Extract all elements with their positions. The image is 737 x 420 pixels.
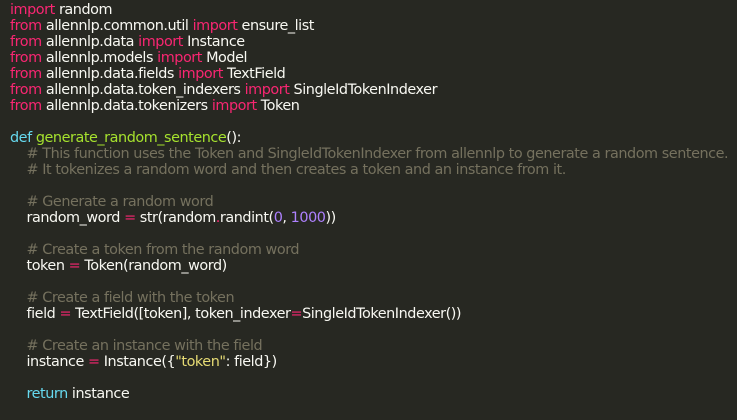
operator-token: = — [290, 306, 303, 322]
code-line: from allennlp.data.token_indexers import… — [10, 82, 737, 98]
code-text-token: random — [54, 2, 113, 18]
keyword-token: from — [10, 50, 42, 66]
keyword-token: import — [192, 18, 238, 34]
code-line: # This function uses the Token and Singl… — [10, 146, 737, 162]
keyword-token: import — [178, 66, 223, 82]
code-line: from allennlp.data.tokenizers import Tok… — [10, 98, 737, 114]
code-text-token: Instance({ — [99, 354, 176, 370]
code-text-token: )) — [325, 210, 336, 226]
code-line: from allennlp.common.util import ensure_… — [10, 18, 737, 34]
code-text-token: field — [10, 306, 60, 322]
code-line: from allennlp.data import Instance — [10, 34, 737, 50]
code-line: # Create a token from the random word — [10, 242, 737, 258]
code-text-token: Instance — [182, 34, 245, 50]
comment-token: # Generate a random word — [26, 194, 214, 210]
keyword-token: import — [10, 2, 55, 18]
code-text-token: SingleIdTokenIndexer — [289, 82, 438, 98]
code-text-token: : field}) — [225, 354, 278, 370]
code-line: # It tokenizes a random word and then cr… — [10, 162, 737, 178]
keyword-token: import — [211, 98, 257, 114]
keyword-token: import — [157, 50, 202, 66]
code-line: import random — [10, 2, 737, 18]
code-line: # Create a field with the token — [10, 290, 737, 306]
comment-token: # Create a field with the token — [26, 290, 235, 306]
code-text-token: allennlp.models — [41, 50, 158, 66]
code-line: # Create an instance with the field — [10, 338, 737, 354]
code-text-token: , — [282, 210, 291, 226]
code-line: from allennlp.data.fields import TextFie… — [10, 66, 737, 82]
declaration-keyword-token: def — [10, 130, 32, 146]
code-text-token: token — [10, 258, 69, 274]
comment-token: # This function uses the Token and Singl… — [26, 146, 729, 162]
operator-token: = — [124, 210, 136, 226]
code-text-token: Token — [256, 98, 300, 114]
code-text-token: instance — [67, 386, 130, 402]
code-text-token: allennlp.data — [41, 34, 139, 50]
comment-token: # Create an instance with the field — [26, 338, 263, 354]
keyword-token: import — [138, 34, 183, 50]
declaration-keyword-token: return — [26, 386, 69, 402]
code-editor[interactable]: import random from allennlp.common.util i… — [0, 0, 737, 420]
comment-token: # It tokenizes a random word and then cr… — [26, 162, 567, 178]
code-text-token: (): — [226, 130, 242, 146]
operator-token: = — [88, 354, 100, 370]
code-text-token: instance — [10, 354, 88, 370]
code-line: # Generate a random word — [10, 194, 737, 210]
code-line: return instance — [10, 386, 737, 402]
code-text-token: random_word — [10, 210, 125, 226]
keyword-token: import — [244, 82, 290, 98]
keyword-token: from — [10, 82, 42, 98]
function-name-token: generate_random_sentence — [35, 130, 227, 146]
code-text-token: allennlp.data.token_indexers — [41, 82, 245, 98]
keyword-token: from — [10, 34, 42, 50]
number-token: 1000 — [290, 210, 326, 226]
code-text-token: TextField([token], token_indexer — [71, 306, 291, 322]
keyword-token: from — [10, 18, 42, 34]
code-text-token: ensure_list — [237, 18, 315, 34]
operator-token: = — [59, 306, 72, 322]
code-text-token: SingleIdTokenIndexer()) — [302, 306, 462, 322]
code-line: from allennlp.models import Model — [10, 50, 737, 66]
code-line: def generate_random_sentence(): — [10, 130, 737, 146]
code-text-token: allennlp.data.fields — [41, 66, 179, 82]
code-text-token: TextField — [222, 66, 286, 82]
code-text-token: randint( — [219, 210, 274, 226]
code-line: token = Token(random_word) — [10, 258, 737, 274]
comment-token: # Create a token from the random word — [26, 242, 300, 258]
code-line: field = TextField([token], token_indexer… — [10, 306, 737, 322]
code-text-token: Model — [201, 50, 248, 66]
code-line: random_word = str(random.randint(0, 1000… — [10, 210, 737, 226]
keyword-token: from — [10, 66, 42, 82]
code-text-token: str(random — [135, 210, 216, 226]
string-token: "token" — [175, 354, 226, 370]
code-text-token: allennlp.data.tokenizers — [41, 98, 212, 114]
operator-token: = — [68, 258, 81, 274]
code-text-token: allennlp.common.util — [41, 18, 193, 34]
code-text-token: Token(random_word) — [80, 258, 227, 274]
keyword-token: from — [10, 98, 42, 114]
code-line: instance = Instance({"token": field}) — [10, 354, 737, 370]
